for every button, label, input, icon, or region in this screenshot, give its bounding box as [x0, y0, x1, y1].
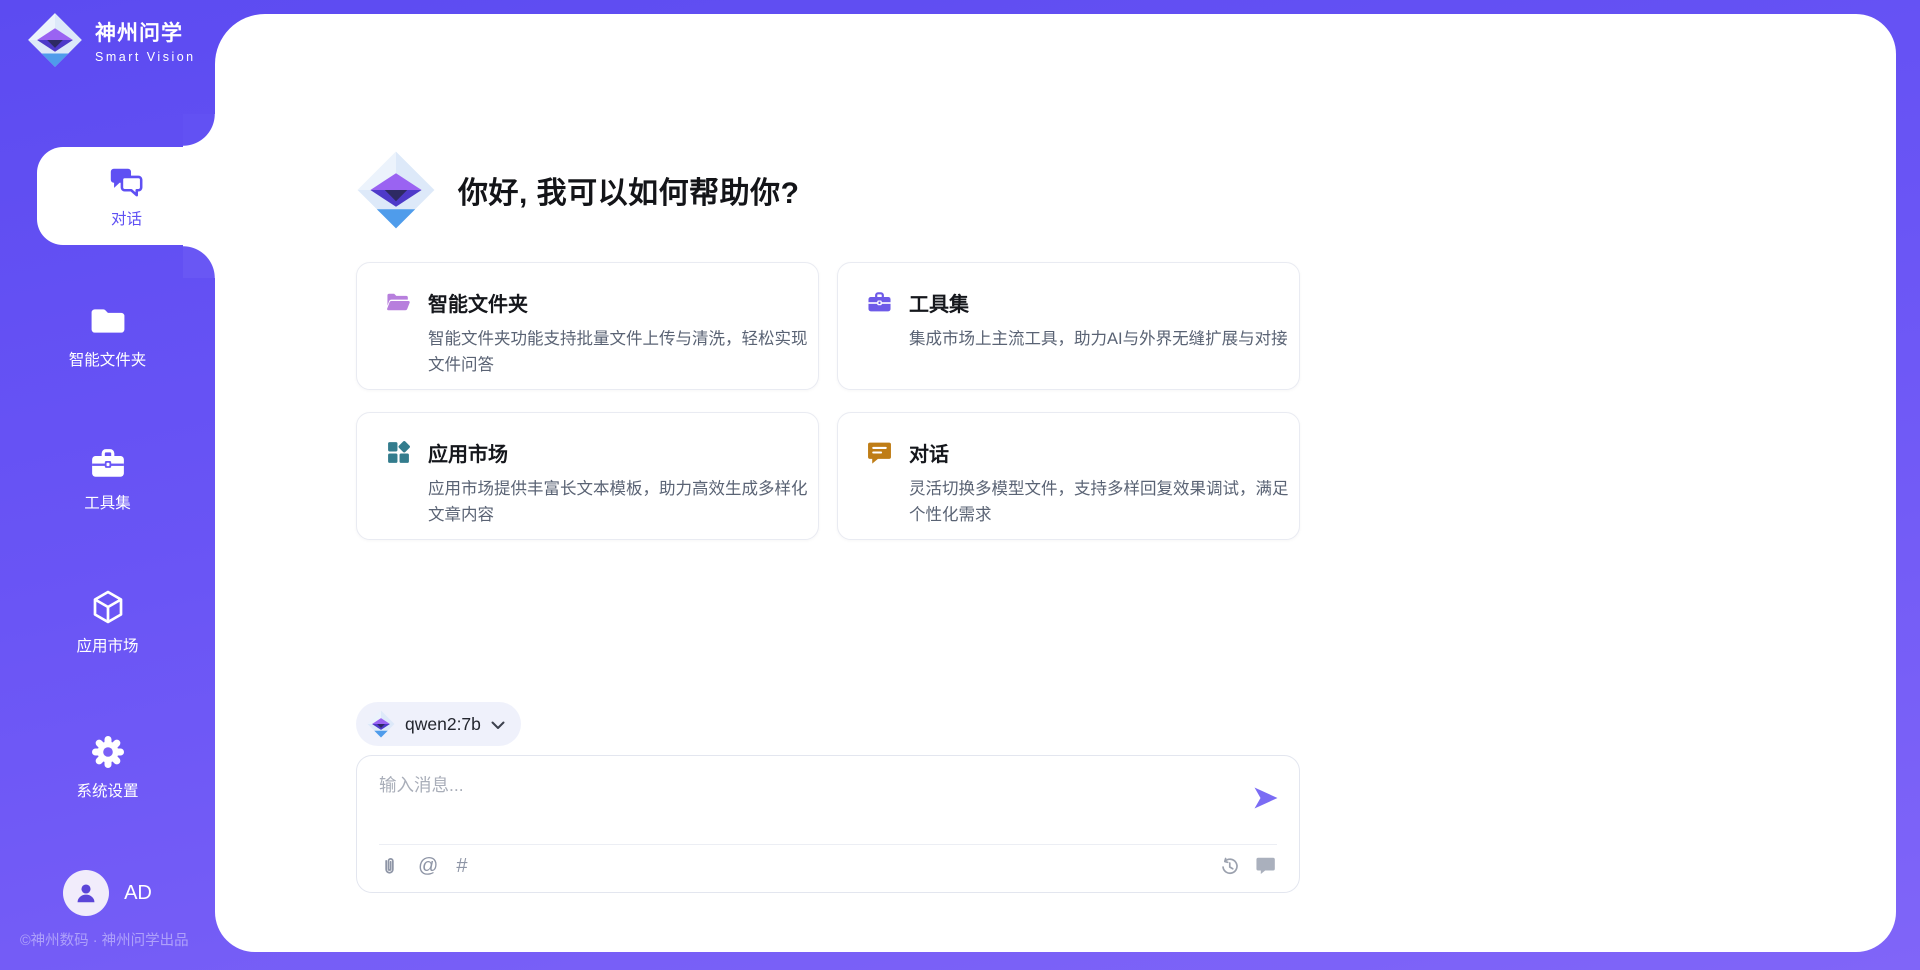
folder-icon: [90, 303, 126, 339]
app-grid-icon: [386, 440, 411, 465]
chat-icon: [109, 164, 145, 200]
mention-icon[interactable]: @: [418, 856, 438, 877]
greeting-logo-icon: [356, 150, 436, 230]
model-name: qwen2:7b: [405, 714, 481, 735]
brand: 神州问学 Smart Vision: [27, 12, 196, 68]
tab-curve-bottom: [183, 245, 216, 278]
brand-logo-icon: [27, 12, 83, 68]
composer-divider: [379, 844, 1277, 845]
card-description: 灵活切换多模型文件，支持多样回复效果调试，满足个性化需求: [909, 476, 1291, 528]
chevron-down-icon: [491, 721, 505, 730]
gear-icon: [90, 734, 126, 770]
card-title: 应用市场: [428, 438, 508, 467]
feature-cards: 智能文件夹 智能文件夹功能支持批量文件上传与清洗，轻松实现文件问答 工具集 集成…: [356, 262, 1300, 540]
greeting: 你好, 我可以如何帮助你?: [356, 150, 800, 230]
card-description: 集成市场上主流工具，助力AI与外界无缝扩展与对接: [909, 326, 1291, 352]
model-logo-icon: [367, 710, 395, 738]
card-chat[interactable]: 对话 灵活切换多模型文件，支持多样回复效果调试，满足个性化需求: [837, 412, 1300, 540]
cube-icon: [90, 589, 126, 625]
card-title: 对话: [909, 438, 949, 467]
brand-subtitle: Smart Vision: [95, 50, 196, 64]
message-composer: @ #: [356, 755, 1300, 893]
comment-icon[interactable]: [1256, 856, 1277, 877]
history-icon[interactable]: [1219, 856, 1240, 877]
brand-name: 神州问学: [95, 17, 196, 47]
sidebar-item-label: 对话: [111, 207, 142, 229]
card-app-market[interactable]: 应用市场 应用市场提供丰富长文本模板，助力高效生成多样化文章内容: [356, 412, 819, 540]
copyright-text: ©神州数码 · 神州问学出品: [20, 929, 189, 950]
user-profile[interactable]: AD: [0, 870, 215, 916]
main-content: 你好, 我可以如何帮助你? 智能文件夹 智能文件夹功能支持批量文件上传与清洗，轻…: [356, 0, 1300, 970]
sidebar-item-chat[interactable]: 对话: [37, 147, 216, 245]
paperclip-icon[interactable]: [379, 856, 400, 877]
model-selector[interactable]: qwen2:7b: [356, 702, 521, 746]
toolbox-icon: [90, 446, 126, 482]
folder-open-icon: [386, 290, 411, 315]
message-input[interactable]: [379, 772, 1209, 834]
sidebar-item-app-market[interactable]: 应用市场: [0, 589, 215, 656]
card-description: 智能文件夹功能支持批量文件上传与清洗，轻松实现文件问答: [428, 326, 810, 378]
sidebar-item-smart-folder[interactable]: 智能文件夹: [0, 303, 215, 370]
sidebar-item-label: 系统设置: [76, 779, 138, 801]
sidebar-item-label: 应用市场: [76, 634, 138, 656]
tab-curve-top: [183, 114, 216, 147]
app-window: 神州问学 Smart Vision 对话 智能文件夹 工具集 应用市场 系统设置…: [0, 0, 1920, 970]
user-initials: AD: [124, 882, 152, 905]
hashtag-icon[interactable]: #: [456, 856, 467, 877]
toolbox-icon: [867, 290, 892, 315]
chat-icon: [867, 440, 892, 465]
greeting-text: 你好, 我可以如何帮助你?: [458, 168, 800, 212]
avatar: [63, 870, 109, 916]
sidebar-item-label: 智能文件夹: [69, 348, 147, 370]
send-icon[interactable]: [1253, 786, 1279, 810]
card-title: 工具集: [909, 288, 969, 317]
sidebar-item-label: 工具集: [84, 491, 131, 513]
card-toolset[interactable]: 工具集 集成市场上主流工具，助力AI与外界无缝扩展与对接: [837, 262, 1300, 390]
sidebar-item-settings[interactable]: 系统设置: [0, 734, 215, 801]
user-avatar-icon: [73, 880, 99, 906]
card-description: 应用市场提供丰富长文本模板，助力高效生成多样化文章内容: [428, 476, 810, 528]
sidebar-item-toolset[interactable]: 工具集: [0, 446, 215, 513]
card-title: 智能文件夹: [428, 288, 528, 317]
card-smart-folder[interactable]: 智能文件夹 智能文件夹功能支持批量文件上传与清洗，轻松实现文件问答: [356, 262, 819, 390]
